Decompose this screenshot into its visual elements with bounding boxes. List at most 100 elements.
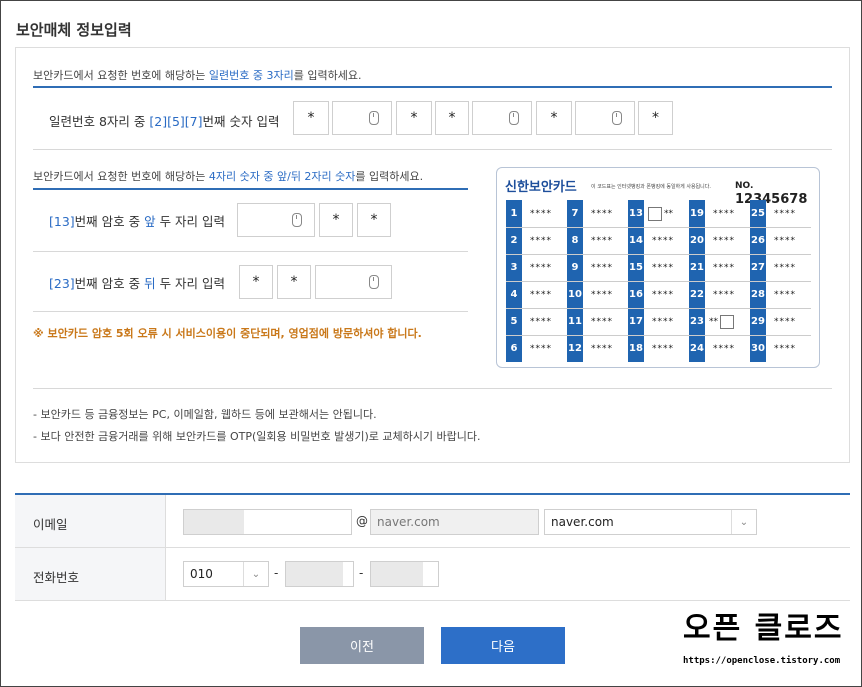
card-cell-code: ** (648, 206, 673, 221)
card-cell: 18 **** (628, 335, 674, 362)
mask-char: * (252, 274, 260, 290)
card-cell-code: **** (774, 262, 796, 273)
prev-button[interactable]: 이전 (300, 627, 424, 664)
code23-mask-2: * (277, 265, 311, 299)
hidden-box (720, 314, 734, 329)
card-cell-number: 12 (567, 335, 583, 362)
label-text: 두 자리 입력 (155, 276, 226, 291)
email-domain-select[interactable]: naver.com ⌄ (544, 509, 757, 535)
card-cell-code: **** (530, 208, 552, 219)
phone-middle-input[interactable] (285, 561, 354, 587)
chevron-down-icon: ⌄ (731, 510, 756, 534)
card-cell-code: ** (709, 314, 734, 329)
card-cell: 7 **** (567, 200, 613, 227)
card-cell-code: **** (774, 235, 796, 246)
phone-prefix-select[interactable]: 010 ⌄ (183, 561, 269, 587)
card-cell: 25 **** (750, 200, 796, 227)
card-brand: 신한보안카드 (505, 180, 577, 195)
phone-prefix-value: 010 (190, 567, 213, 581)
card-cell-code: **** (774, 208, 796, 219)
card-cell-code: **** (713, 289, 735, 300)
instruction-text: 를 입력하세요. (293, 69, 362, 82)
serial-label: 일련번호 8자리 중 [2][5][7]번째 숫자 입력 (49, 111, 279, 130)
card-cell-code: **** (652, 343, 674, 354)
card-cell: 3 **** (506, 254, 552, 281)
divider (33, 149, 832, 150)
card-cell-code: **** (774, 289, 796, 300)
card-cell-code: **** (530, 289, 552, 300)
code13-input[interactable] (237, 203, 315, 237)
label-text: 일련번호 8자리 중 (49, 114, 150, 129)
label-highlight: [13] (49, 214, 75, 229)
email-id-input[interactable] (183, 509, 352, 535)
serial-input-7[interactable] (575, 101, 635, 135)
card-cell: 9 **** (567, 254, 613, 281)
card-serial-label: NO. (735, 181, 754, 191)
mouse-icon (369, 275, 379, 289)
mouse-icon (509, 111, 519, 125)
card-cell-number: 16 (628, 281, 644, 308)
mask-char: * (410, 110, 418, 126)
card-cell-code: **** (530, 343, 552, 354)
code13-mask-3: * (319, 203, 353, 237)
at-sign: @ (356, 514, 368, 528)
card-cell-number: 18 (628, 335, 644, 362)
mask-char: * (370, 212, 378, 228)
warning-text: ※ 보안카드 암호 5회 오류 시 서비스이용이 중단되며, 영업점에 방문하셔… (33, 327, 422, 340)
security-card-image: 신한보안카드 이 코드표는 인터넷뱅킹과 폰뱅킹에 동일하게 사용됩니다. NO… (496, 167, 820, 368)
note-1: - 보안카드 등 금융정보는 PC, 이메일함, 웹하드 등에 보관해서는 안됩… (33, 408, 377, 421)
mask-char: * (448, 110, 456, 126)
serial-input-5[interactable] (472, 101, 532, 135)
phone-label: 전화번호 (33, 570, 80, 585)
card-cell: 4 **** (506, 281, 552, 308)
divider (33, 388, 832, 389)
card-cell-number: 8 (567, 227, 583, 254)
card-cell-number: 2 (506, 227, 522, 254)
code23-input[interactable] (315, 265, 392, 299)
label-highlight: [23] (49, 276, 75, 291)
card-cell-number: 15 (628, 254, 644, 281)
card-row-line (506, 281, 811, 282)
card-cell-code: **** (713, 208, 735, 219)
card-code-text: ** (709, 316, 718, 327)
serial-mask-1: * (293, 101, 329, 135)
card-cell-number: 19 (689, 200, 705, 227)
card-cell: 24 **** (689, 335, 735, 362)
phone-last-input[interactable] (370, 561, 439, 587)
card-cell: 12 **** (567, 335, 613, 362)
card-cell: 15 **** (628, 254, 674, 281)
card-cell-number: 26 (750, 227, 766, 254)
phone-dash: - (359, 566, 364, 580)
card-cell: 20 **** (689, 227, 735, 254)
next-button[interactable]: 다음 (441, 627, 565, 664)
card-cell-number: 5 (506, 308, 522, 335)
card-cell: 27 **** (750, 254, 796, 281)
code-label-13: [13]번째 암호 중 앞 두 자리 입력 (49, 211, 225, 230)
watermark-url: https://openclose.tistory.com (683, 656, 841, 666)
card-cell-number: 25 (750, 200, 766, 227)
card-row-line (506, 308, 811, 309)
masked-value (184, 510, 244, 534)
mask-char: * (307, 110, 315, 126)
chevron-down-icon: ⌄ (243, 562, 268, 586)
card-cell-number: 1 (506, 200, 522, 227)
card-cell-number: 17 (628, 308, 644, 335)
card-cell-number: 7 (567, 200, 583, 227)
card-cell-code: **** (530, 235, 552, 246)
hidden-box (648, 206, 662, 221)
email-domain-input[interactable]: naver.com (370, 509, 539, 535)
divider (33, 86, 832, 88)
divider (33, 188, 468, 190)
page-title: 보안매체 정보입력 (16, 21, 132, 39)
card-cell: 30 **** (750, 335, 796, 362)
label-text: 번째 숫자 입력 (202, 114, 280, 129)
card-notice: 이 코드표는 인터넷뱅킹과 폰뱅킹에 동일하게 사용됩니다. (591, 184, 711, 190)
watermark-signature: 오픈 클로즈 (683, 611, 844, 646)
instruction-highlight: 일련번호 중 3자리 (208, 69, 294, 82)
serial-input-2[interactable] (332, 101, 392, 135)
card-grid: 1 **** 2 **** 3 **** 4 **** 5 **** 6 **** 7 **** 8 ****… (506, 200, 811, 362)
card-cell-number: 13 (628, 200, 644, 227)
divider (33, 251, 468, 252)
mouse-icon (612, 111, 622, 125)
label-highlight: 뒤 (144, 276, 156, 291)
